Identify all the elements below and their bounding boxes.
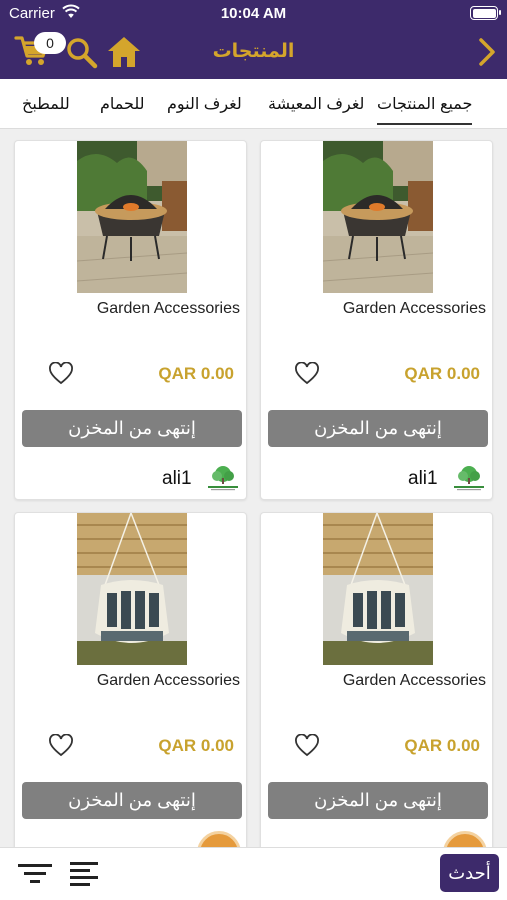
seller-logo[interactable] [206,464,240,492]
seller-logo[interactable] [452,464,486,492]
tab-bathroom[interactable]: للحمام [100,94,145,114]
product-card[interactable]: Garden Accessories QAR 0.00 إنتهى من الم… [14,140,247,500]
page-title: المنتجات [212,41,295,62]
out-of-stock-button[interactable]: إنتهى من المخزن [22,410,242,447]
product-price: QAR 0.00 [158,736,234,755]
status-bar: Carrier 10:04 AM [0,0,507,26]
heart-icon[interactable] [48,362,74,386]
product-image[interactable] [77,141,187,293]
newest-button[interactable]: أحدث [440,854,499,892]
heart-icon[interactable] [294,734,320,758]
battery-icon [470,6,501,20]
category-tabs: جميع المنتجات لغرف المعيشة لغرف النوم لل… [0,79,507,129]
heart-icon[interactable] [48,734,74,758]
product-name[interactable]: Garden Accessories [343,300,486,318]
tab-all-products[interactable]: جميع المنتجات [377,94,473,125]
out-of-stock-button[interactable]: إنتهى من المخزن [22,782,242,819]
seller-name[interactable]: ali1 [408,468,438,490]
product-price: QAR 0.00 [158,364,234,383]
top-bar: Carrier 10:04 AM 0 المنتجات [0,0,507,79]
status-time: 10:04 AM [220,5,287,22]
product-card[interactable]: Garden Accessories QAR 0.00 إنتهى من الم… [260,140,493,500]
product-image[interactable] [77,513,187,665]
nav-bar: 0 المنتجات [0,26,507,79]
product-price: QAR 0.00 [404,736,480,755]
sort-icon[interactable] [70,860,98,888]
bottom-toolbar: أحدث [0,847,507,900]
seller-name[interactable]: ali1 [162,468,192,490]
product-name[interactable]: Garden Accessories [343,672,486,690]
product-name[interactable]: Garden Accessories [97,672,240,690]
tab-living-rooms[interactable]: لغرف المعيشة [268,94,364,114]
chevron-right-icon [479,38,495,66]
heart-icon[interactable] [294,362,320,386]
out-of-stock-button[interactable]: إنتهى من المخزن [268,782,488,819]
product-image[interactable] [323,513,433,665]
back-button[interactable] [477,37,497,67]
product-card[interactable]: Garden Accessories QAR 0.00 إنتهى من الم… [14,512,247,852]
tab-kitchen[interactable]: للمطبخ [22,94,70,114]
product-image[interactable] [323,141,433,293]
out-of-stock-button[interactable]: إنتهى من المخزن [268,410,488,447]
product-card[interactable]: Garden Accessories QAR 0.00 إنتهى من الم… [260,512,493,852]
tab-bedrooms[interactable]: لغرف النوم [167,94,242,114]
product-price: QAR 0.00 [404,364,480,383]
product-name[interactable]: Garden Accessories [97,300,240,318]
filter-icon[interactable] [18,860,52,888]
